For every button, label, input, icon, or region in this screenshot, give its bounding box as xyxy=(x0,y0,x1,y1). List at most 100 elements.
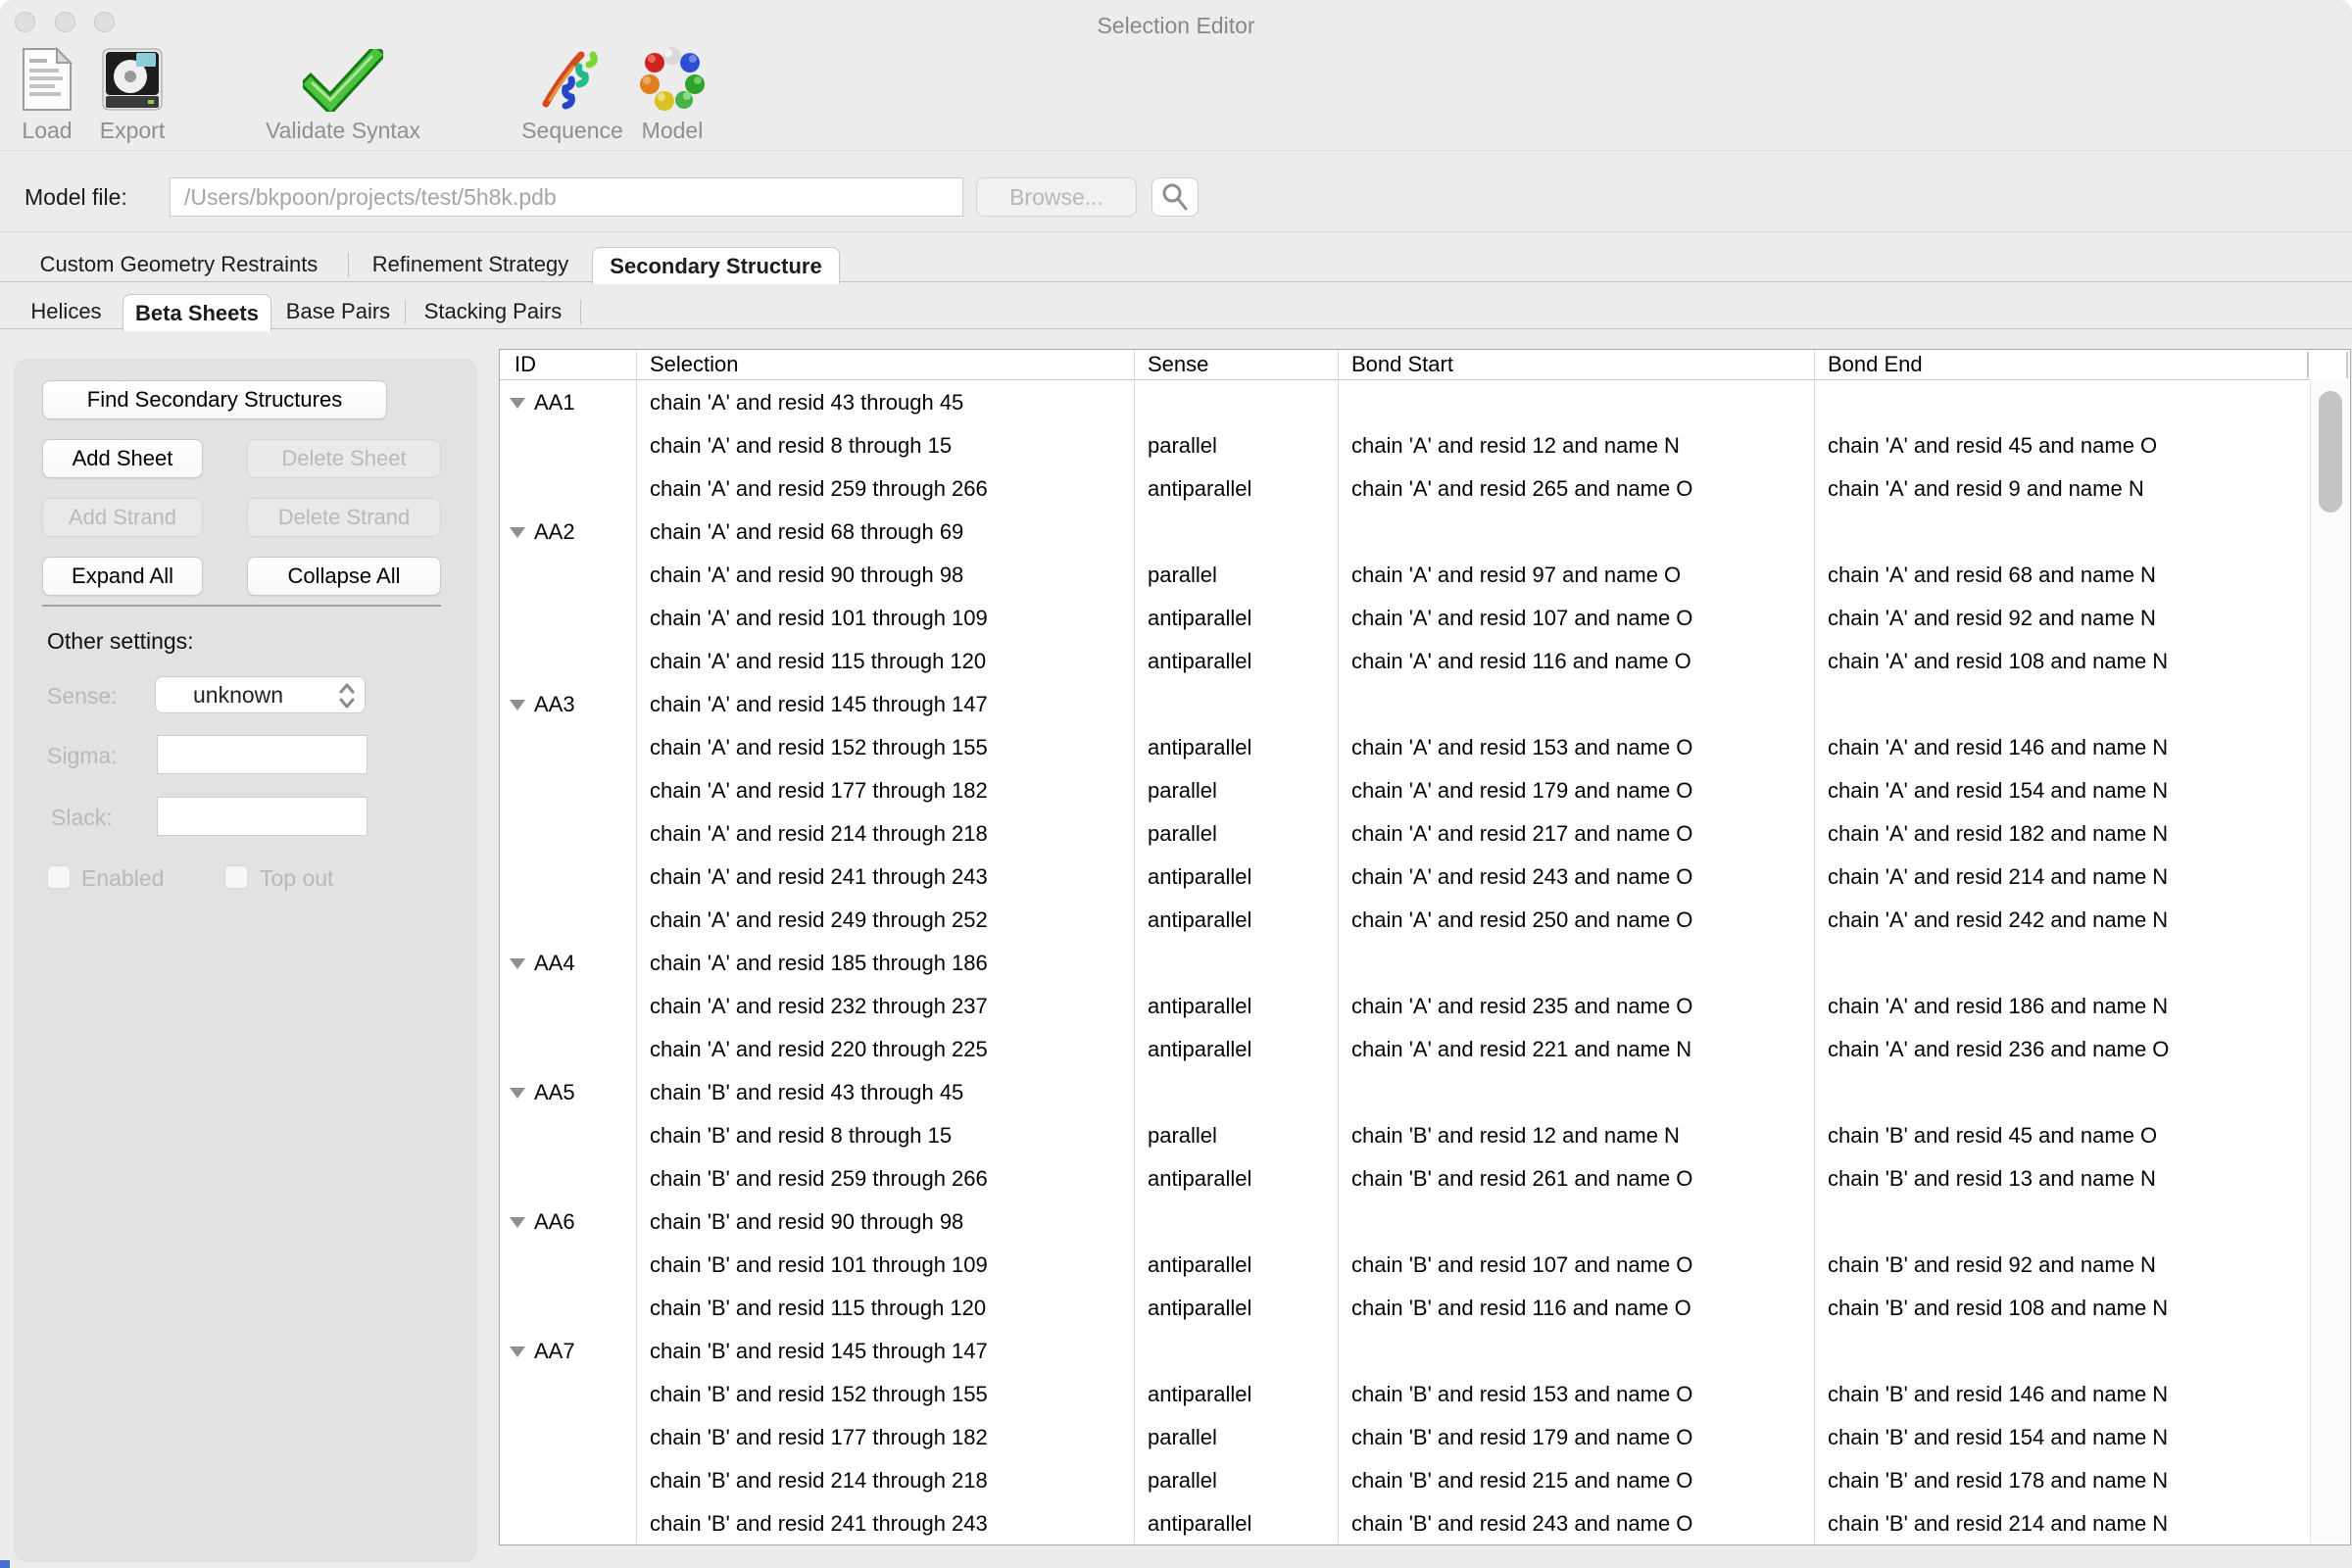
cell-id: AA7 xyxy=(500,1339,636,1364)
cell-sense: antiparallel xyxy=(1134,1037,1338,1062)
button-label: Expand All xyxy=(72,564,173,589)
disclosure-triangle-icon[interactable] xyxy=(510,527,525,538)
close-window-button[interactable] xyxy=(15,12,35,32)
sidebar-panel: Find Secondary Structures Add Sheet Dele… xyxy=(14,359,477,1562)
column-header-sense[interactable]: Sense xyxy=(1134,352,1338,377)
vertical-scrollbar[interactable] xyxy=(2310,381,2350,1544)
cell-selection: chain 'A' and resid 68 through 69 xyxy=(636,519,1134,545)
cell-bond-start: chain 'A' and resid 217 and name O xyxy=(1338,821,1814,847)
table-row[interactable]: chain 'A' and resid 214 through 218paral… xyxy=(500,812,2310,856)
table-row[interactable]: AA7chain 'B' and resid 145 through 147 xyxy=(500,1330,2310,1373)
column-divider[interactable] xyxy=(1338,350,1339,1544)
subtab-beta-sheets[interactable]: Beta Sheets xyxy=(122,294,271,331)
table-row[interactable]: chain 'B' and resid 8 through 15parallel… xyxy=(500,1114,2310,1157)
cell-bond-end: chain 'A' and resid 182 and name N xyxy=(1814,821,2310,847)
add-sheet-button[interactable]: Add Sheet xyxy=(42,439,203,478)
subtab-label: Helices xyxy=(30,299,101,324)
disclosure-triangle-icon[interactable] xyxy=(510,1217,525,1228)
table-header[interactable]: ID Selection Sense Bond Start Bond End xyxy=(500,350,2310,380)
disclosure-triangle-icon[interactable] xyxy=(510,700,525,710)
slack-field[interactable] xyxy=(157,797,368,836)
table-row[interactable]: chain 'A' and resid 90 through 98paralle… xyxy=(500,554,2310,597)
tab-secondary-structure[interactable]: Secondary Structure xyxy=(592,247,840,284)
minimize-window-button[interactable] xyxy=(55,12,75,32)
table-row[interactable]: chain 'B' and resid 214 through 218paral… xyxy=(500,1459,2310,1502)
column-divider[interactable] xyxy=(1134,350,1135,1544)
validate-syntax-button[interactable]: Validate Syntax xyxy=(216,43,470,144)
table-row[interactable]: chain 'B' and resid 241 through 243antip… xyxy=(500,1502,2310,1545)
tab-custom-geometry-restraints[interactable]: Custom Geometry Restraints xyxy=(10,247,348,281)
table-row[interactable]: chain 'A' and resid 177 through 182paral… xyxy=(500,769,2310,812)
table-row[interactable]: AA6chain 'B' and resid 90 through 98 xyxy=(500,1200,2310,1244)
cell-bond-start: chain 'B' and resid 12 and name N xyxy=(1338,1123,1814,1149)
table-row[interactable]: chain 'A' and resid 259 through 266antip… xyxy=(500,467,2310,511)
sheet-id: AA5 xyxy=(534,1080,575,1105)
tab-refinement-strategy[interactable]: Refinement Strategy xyxy=(349,247,592,281)
subtab-helices[interactable]: Helices xyxy=(10,294,122,328)
table-row[interactable]: chain 'A' and resid 101 through 109antip… xyxy=(500,597,2310,640)
cell-sense: antiparallel xyxy=(1134,1166,1338,1192)
table-row[interactable]: chain 'A' and resid 8 through 15parallel… xyxy=(500,424,2310,467)
expand-all-button[interactable]: Expand All xyxy=(42,557,203,596)
table-row[interactable]: AA3chain 'A' and resid 145 through 147 xyxy=(500,683,2310,726)
disclosure-triangle-icon[interactable] xyxy=(510,1347,525,1357)
cell-selection: chain 'B' and resid 214 through 218 xyxy=(636,1468,1134,1494)
table-row[interactable]: chain 'B' and resid 259 through 266antip… xyxy=(500,1157,2310,1200)
column-header-selection[interactable]: Selection xyxy=(636,352,1134,377)
table-row[interactable]: chain 'A' and resid 115 through 120antip… xyxy=(500,640,2310,683)
table-row[interactable]: AA2chain 'A' and resid 68 through 69 xyxy=(500,511,2310,554)
disclosure-triangle-icon[interactable] xyxy=(510,958,525,969)
table-row[interactable]: chain 'B' and resid 177 through 182paral… xyxy=(500,1416,2310,1459)
cell-selection: chain 'A' and resid 101 through 109 xyxy=(636,606,1134,631)
cell-bond-start: chain 'A' and resid 12 and name N xyxy=(1338,433,1814,459)
table-row[interactable]: chain 'A' and resid 249 through 252antip… xyxy=(500,899,2310,942)
add-strand-button: Add Strand xyxy=(42,498,203,537)
subtab-label: Stacking Pairs xyxy=(424,299,563,324)
cell-bond-end: chain 'B' and resid 45 and name O xyxy=(1814,1123,2310,1149)
cell-sense: antiparallel xyxy=(1134,1382,1338,1407)
collapse-all-button[interactable]: Collapse All xyxy=(247,557,441,596)
cell-sense: antiparallel xyxy=(1134,476,1338,502)
find-secondary-structures-button[interactable]: Find Secondary Structures xyxy=(42,380,387,419)
column-divider[interactable] xyxy=(636,350,637,1544)
table-row[interactable]: chain 'A' and resid 232 through 237antip… xyxy=(500,985,2310,1028)
column-divider[interactable] xyxy=(1814,350,1815,1544)
cell-sense: antiparallel xyxy=(1134,649,1338,674)
tab-label: Custom Geometry Restraints xyxy=(40,252,318,277)
scrollbar-thumb[interactable] xyxy=(2319,391,2342,513)
table-row[interactable]: chain 'A' and resid 241 through 243antip… xyxy=(500,856,2310,899)
sigma-field[interactable] xyxy=(157,735,368,774)
browse-label: Browse... xyxy=(1009,184,1103,211)
table-row[interactable]: AA1chain 'A' and resid 43 through 45 xyxy=(500,381,2310,424)
subtab-stacking-pairs[interactable]: Stacking Pairs xyxy=(406,294,580,328)
table-row[interactable]: chain 'B' and resid 152 through 155antip… xyxy=(500,1373,2310,1416)
browse-button[interactable]: Browse... xyxy=(976,177,1137,217)
table-row[interactable]: AA4chain 'A' and resid 185 through 186 xyxy=(500,942,2310,985)
column-header-bond-end[interactable]: Bond End xyxy=(1814,352,2310,377)
disclosure-triangle-icon[interactable] xyxy=(510,1088,525,1099)
column-header-bond-start[interactable]: Bond Start xyxy=(1338,352,1814,377)
model-button[interactable]: Model xyxy=(545,43,800,144)
cell-selection: chain 'A' and resid 177 through 182 xyxy=(636,778,1134,804)
column-header-id[interactable]: ID xyxy=(500,352,636,377)
top-out-checkbox[interactable] xyxy=(223,864,249,890)
sense-dropdown[interactable]: unknown xyxy=(155,676,366,713)
subtab-base-pairs[interactable]: Base Pairs xyxy=(271,294,405,328)
search-file-button[interactable] xyxy=(1152,177,1199,217)
table-row[interactable]: AA5chain 'B' and resid 43 through 45 xyxy=(500,1071,2310,1114)
cell-bond-end: chain 'A' and resid 9 and name N xyxy=(1814,476,2310,502)
table-row[interactable]: chain 'A' and resid 152 through 155antip… xyxy=(500,726,2310,769)
zoom-window-button[interactable] xyxy=(94,12,115,32)
table-row[interactable]: chain 'A' and resid 220 through 225antip… xyxy=(500,1028,2310,1071)
table-row[interactable]: chain 'B' and resid 115 through 120antip… xyxy=(500,1287,2310,1330)
cell-bond-start: chain 'B' and resid 215 and name O xyxy=(1338,1468,1814,1494)
cell-selection: chain 'A' and resid 8 through 15 xyxy=(636,433,1134,459)
enabled-checkbox[interactable] xyxy=(46,864,72,890)
top-out-checkbox-label: Top out xyxy=(260,865,333,892)
disclosure-triangle-icon[interactable] xyxy=(510,398,525,409)
model-file-input[interactable]: /Users/bkpoon/projects/test/5h8k.pdb xyxy=(170,177,963,217)
cell-bond-end: chain 'A' and resid 45 and name O xyxy=(1814,433,2310,459)
table-row[interactable]: chain 'B' and resid 101 through 109antip… xyxy=(500,1244,2310,1287)
cell-sense: antiparallel xyxy=(1134,1252,1338,1278)
header-column-tick xyxy=(2346,352,2348,378)
